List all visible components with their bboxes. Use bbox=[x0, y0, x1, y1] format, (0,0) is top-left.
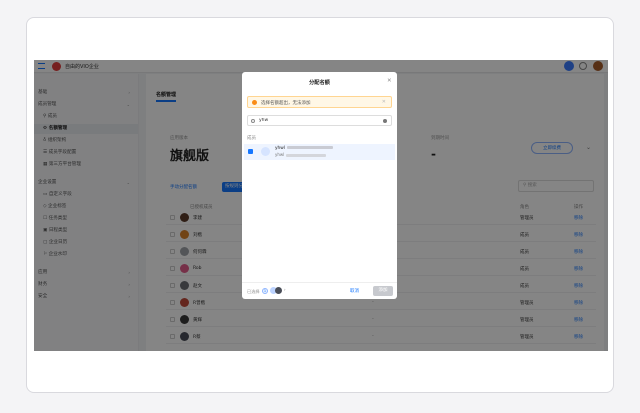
member-name: yhwl bbox=[275, 146, 333, 151]
dialog-footer: 已选择 1 › 取消 添加 bbox=[242, 282, 397, 299]
add-button[interactable]: 添加 bbox=[373, 286, 393, 296]
section-label: 成员 bbox=[247, 136, 256, 141]
checkbox-checked[interactable] bbox=[248, 149, 253, 154]
selected-avatar bbox=[275, 287, 282, 294]
member-sub: yhwl bbox=[275, 152, 327, 157]
selected-label: 已选择 bbox=[247, 289, 260, 294]
close-icon[interactable]: ✕ bbox=[387, 78, 392, 84]
user-icon bbox=[261, 147, 270, 156]
warning-text: 选择名额超出，无法添加 bbox=[261, 101, 311, 106]
dialog-search[interactable] bbox=[247, 115, 392, 126]
redacted-text bbox=[286, 146, 333, 149]
warning-icon bbox=[252, 100, 257, 105]
selected-count: 1 bbox=[262, 288, 268, 294]
member-option[interactable]: yhwl yhwl bbox=[244, 144, 395, 160]
warning-banner: 选择名额超出，无法添加 ✕ bbox=[247, 96, 392, 108]
close-icon[interactable]: ✕ bbox=[382, 99, 386, 105]
search-icon bbox=[251, 119, 255, 123]
dialog-search-input[interactable] bbox=[259, 118, 359, 123]
dialog-title: 分配名额 bbox=[309, 80, 330, 86]
app-window: 自由的VIO企业 基础 › 成员管理 ⌄ ⚲ 成员 ⚙ 名额管理 ♁ 组织架构 ☰ … bbox=[34, 60, 608, 351]
clear-icon[interactable] bbox=[383, 119, 387, 123]
redacted-text bbox=[286, 153, 327, 157]
chevron-right-icon[interactable]: › bbox=[284, 287, 286, 292]
assign-quota-dialog: 分配名额 ✕ 选择名额超出，无法添加 ✕ 成员 yhwl yhwl 已选择 1 … bbox=[242, 72, 397, 299]
cancel-button[interactable]: 取消 bbox=[350, 288, 359, 294]
